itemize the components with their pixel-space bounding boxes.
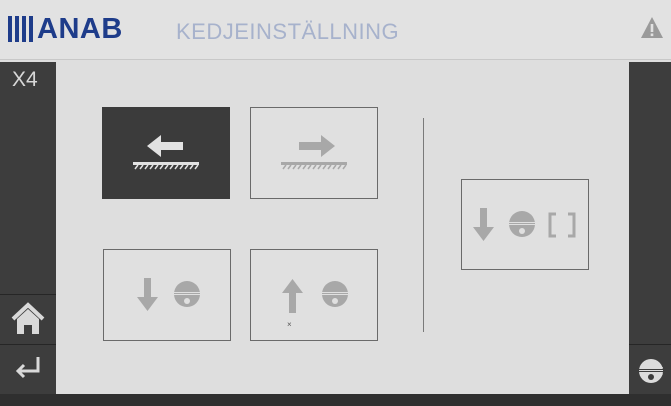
arrow-up-saw-icon (282, 279, 350, 313)
home-icon (11, 302, 45, 334)
left-sidebar: X4 (0, 62, 56, 394)
back-button[interactable] (0, 344, 56, 394)
saw-blade-icon (637, 359, 665, 383)
lower-saw-button[interactable] (103, 249, 231, 341)
return-icon (15, 357, 40, 379)
home-button[interactable] (0, 294, 56, 342)
arrow-left-rail-icon (133, 135, 199, 170)
logo-text: ANAB (37, 13, 123, 45)
bottom-bar (0, 394, 671, 406)
arrow-right-rail-icon (281, 135, 347, 170)
move-right-button[interactable] (250, 107, 378, 199)
arrow-down-saw-icon (137, 278, 202, 311)
arrow-down-saw-bracket-icon (473, 208, 576, 241)
move-left-button[interactable] (102, 107, 230, 199)
header-divider (0, 59, 671, 60)
logo-bars (8, 16, 33, 42)
right-sidebar (629, 62, 671, 394)
vertical-divider (423, 118, 424, 332)
lower-saw-bracket-button[interactable] (461, 179, 589, 270)
page-title: KEDJEINSTÄLLNING (176, 19, 400, 44)
small-mark: × (287, 320, 292, 329)
raise-saw-button[interactable] (250, 249, 378, 341)
anab-logo: ANAB (8, 14, 123, 44)
header: ANAB KEDJEINSTÄLLNING (0, 0, 671, 60)
station-label: X4 (12, 68, 38, 91)
saw-button[interactable] (629, 344, 671, 394)
warning-icon[interactable] (640, 16, 664, 40)
